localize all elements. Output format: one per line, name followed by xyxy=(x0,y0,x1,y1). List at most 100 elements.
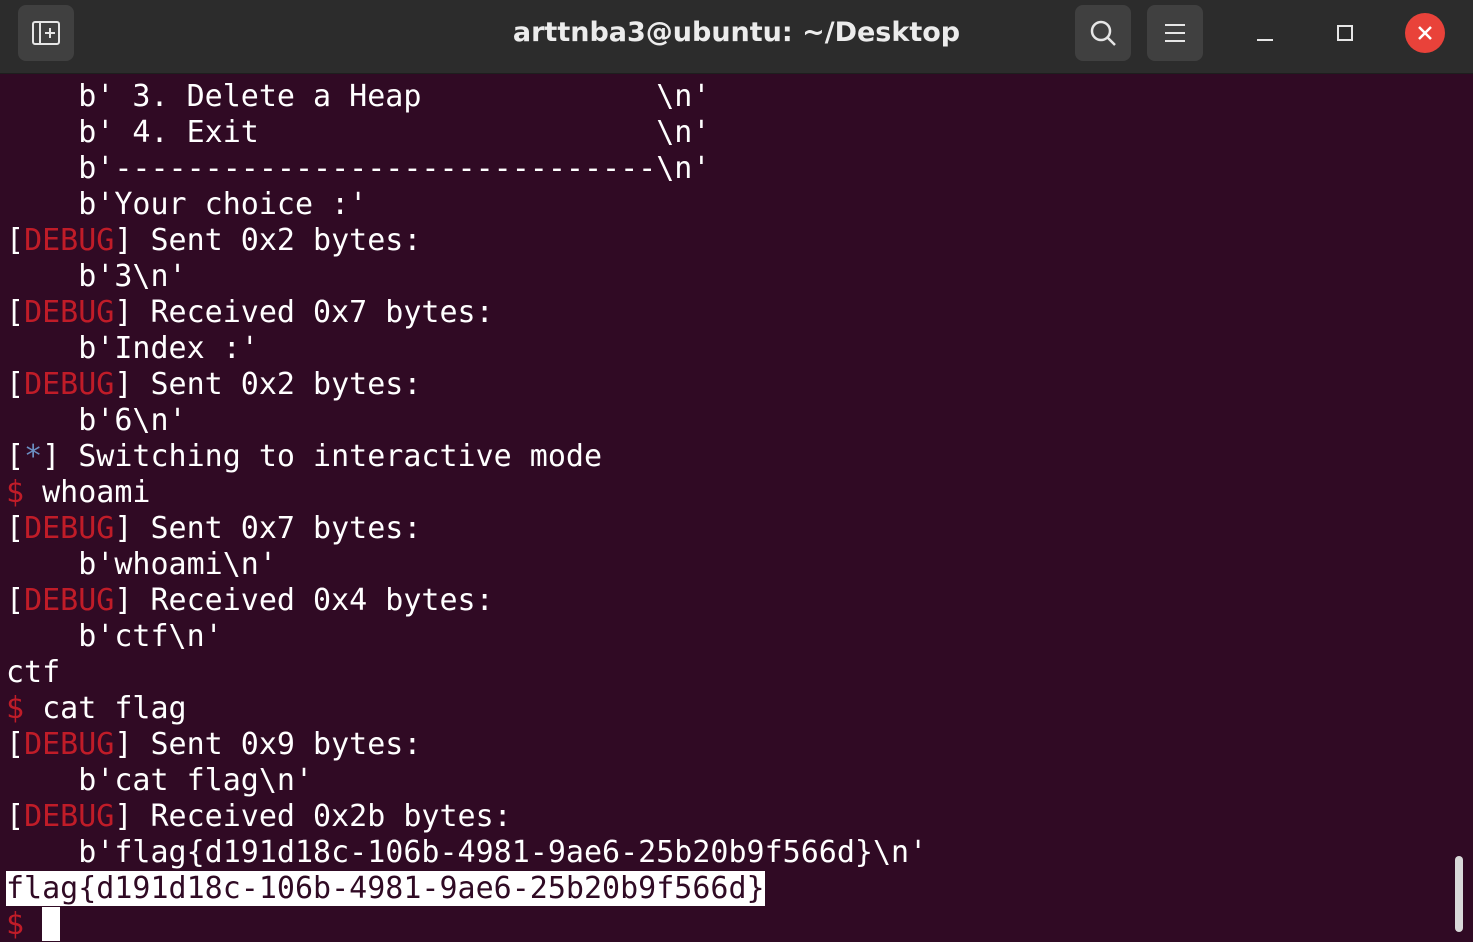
info-tag: * xyxy=(24,439,43,474)
terminal-line: [DEBUG] Received 0x4 bytes: xyxy=(6,583,494,619)
terminal-line: $ whoami xyxy=(6,475,151,511)
line-text: Received 0x4 bytes: xyxy=(132,583,494,618)
line-text: Sent 0x2 bytes: xyxy=(132,367,422,402)
line-text: b'flag{d191d18c-106b-4981-9ae6-25b20b9f5… xyxy=(78,835,928,870)
terminal-line: b'whoami\n' xyxy=(6,547,277,583)
hamburger-menu-icon xyxy=(1165,24,1185,42)
line-text: Switching to interactive mode xyxy=(60,439,603,474)
line-text: b'ctf\n' xyxy=(78,619,223,654)
terminal-line: b'Your choice :' xyxy=(6,187,367,223)
maximize-icon xyxy=(1337,25,1353,41)
bracket-close: ] xyxy=(114,295,133,330)
terminal-line: [DEBUG] Received 0x7 bytes: xyxy=(6,295,494,331)
shell-prompt: $ xyxy=(6,691,25,726)
bracket-open: [ xyxy=(6,439,25,474)
terminal-line: b' 3. Delete a Heap \n' xyxy=(6,79,710,115)
terminal-line: [DEBUG] Sent 0x2 bytes: xyxy=(6,367,421,403)
minimize-icon xyxy=(1257,39,1273,41)
terminal-cursor xyxy=(42,907,61,941)
selected-flag-text: flag{d191d18c-106b-4981-9ae6-25b20b9f566… xyxy=(6,871,765,906)
line-text: Sent 0x9 bytes: xyxy=(132,727,422,762)
line-text: Received 0x2b bytes: xyxy=(132,799,512,834)
terminal-line: [*] Switching to interactive mode xyxy=(6,439,602,475)
line-text: Sent 0x7 bytes: xyxy=(132,511,422,546)
bracket-open: [ xyxy=(6,295,25,330)
bracket-open: [ xyxy=(6,583,25,618)
bracket-close: ] xyxy=(114,223,133,258)
bracket-open: [ xyxy=(6,727,25,762)
bracket-open: [ xyxy=(6,223,25,258)
terminal-line: b'ctf\n' xyxy=(6,619,223,655)
shell-prompt: $ xyxy=(6,907,25,942)
bracket-close: ] xyxy=(114,799,133,834)
debug-tag: DEBUG xyxy=(24,799,115,834)
line-text: b' 4. Exit \n' xyxy=(78,115,711,150)
debug-tag: DEBUG xyxy=(24,367,115,402)
debug-tag: DEBUG xyxy=(24,727,115,762)
line-text: b'Your choice :' xyxy=(78,187,368,222)
terminal-line: b' 4. Exit \n' xyxy=(6,115,710,151)
line-text: b' 3. Delete a Heap \n' xyxy=(78,79,711,114)
menu-button[interactable] xyxy=(1147,5,1203,61)
line-text xyxy=(24,907,42,942)
line-text: Received 0x7 bytes: xyxy=(132,295,494,330)
terminal-line: b'------------------------------\n' xyxy=(6,151,710,187)
terminal-window: arttnba3@ubuntu: ~/Desktop b' 3. Delete … xyxy=(0,0,1473,942)
bracket-close: ] xyxy=(42,439,61,474)
bracket-open: [ xyxy=(6,367,25,402)
terminal-line: $ cat flag xyxy=(6,691,187,727)
terminal-line: b'3\n' xyxy=(6,259,187,295)
terminal-line: b'cat flag\n' xyxy=(6,763,313,799)
close-button-circle xyxy=(1405,13,1445,53)
terminal-line: b'Index :' xyxy=(6,331,259,367)
line-text: b'whoami\n' xyxy=(78,547,277,582)
terminal-line: [DEBUG] Received 0x2b bytes: xyxy=(6,799,512,835)
bracket-open: [ xyxy=(6,799,25,834)
debug-tag: DEBUG xyxy=(24,583,115,618)
bracket-close: ] xyxy=(114,367,133,402)
terminal-line: [DEBUG] Sent 0x7 bytes: xyxy=(6,511,421,547)
scrollbar[interactable] xyxy=(1455,856,1463,932)
shell-prompt: $ xyxy=(6,475,25,510)
line-text: b'3\n' xyxy=(78,259,187,294)
bracket-open: [ xyxy=(6,511,25,546)
line-text: b'------------------------------\n' xyxy=(78,151,711,186)
search-icon xyxy=(1090,20,1116,46)
title-bar: arttnba3@ubuntu: ~/Desktop xyxy=(0,0,1473,74)
terminal-output[interactable]: b' 3. Delete a Heap \n' b' 4. Exit \n' b… xyxy=(0,74,1473,942)
search-button[interactable] xyxy=(1075,5,1131,61)
terminal-line: ctf xyxy=(6,655,60,691)
line-text: b'Index :' xyxy=(78,331,259,366)
minimize-button[interactable] xyxy=(1237,5,1293,61)
terminal-line: [DEBUG] Sent 0x2 bytes: xyxy=(6,223,421,259)
debug-tag: DEBUG xyxy=(24,511,115,546)
maximize-button[interactable] xyxy=(1317,5,1373,61)
line-text: b'cat flag\n' xyxy=(78,763,314,798)
bracket-close: ] xyxy=(114,511,133,546)
terminal-line: b'6\n' xyxy=(6,403,187,439)
close-icon xyxy=(1418,26,1432,40)
terminal-line: [DEBUG] Sent 0x9 bytes: xyxy=(6,727,421,763)
debug-tag: DEBUG xyxy=(24,223,115,258)
line-text: Sent 0x2 bytes: xyxy=(132,223,422,258)
bracket-close: ] xyxy=(114,727,133,762)
line-text: b'6\n' xyxy=(78,403,187,438)
terminal-line: b'flag{d191d18c-106b-4981-9ae6-25b20b9f5… xyxy=(6,835,927,871)
bracket-close: ] xyxy=(114,583,133,618)
line-text: whoami xyxy=(24,475,151,510)
close-button[interactable] xyxy=(1397,5,1453,61)
debug-tag: DEBUG xyxy=(24,295,115,330)
line-text: cat flag xyxy=(24,691,187,726)
line-text: ctf xyxy=(6,655,61,690)
